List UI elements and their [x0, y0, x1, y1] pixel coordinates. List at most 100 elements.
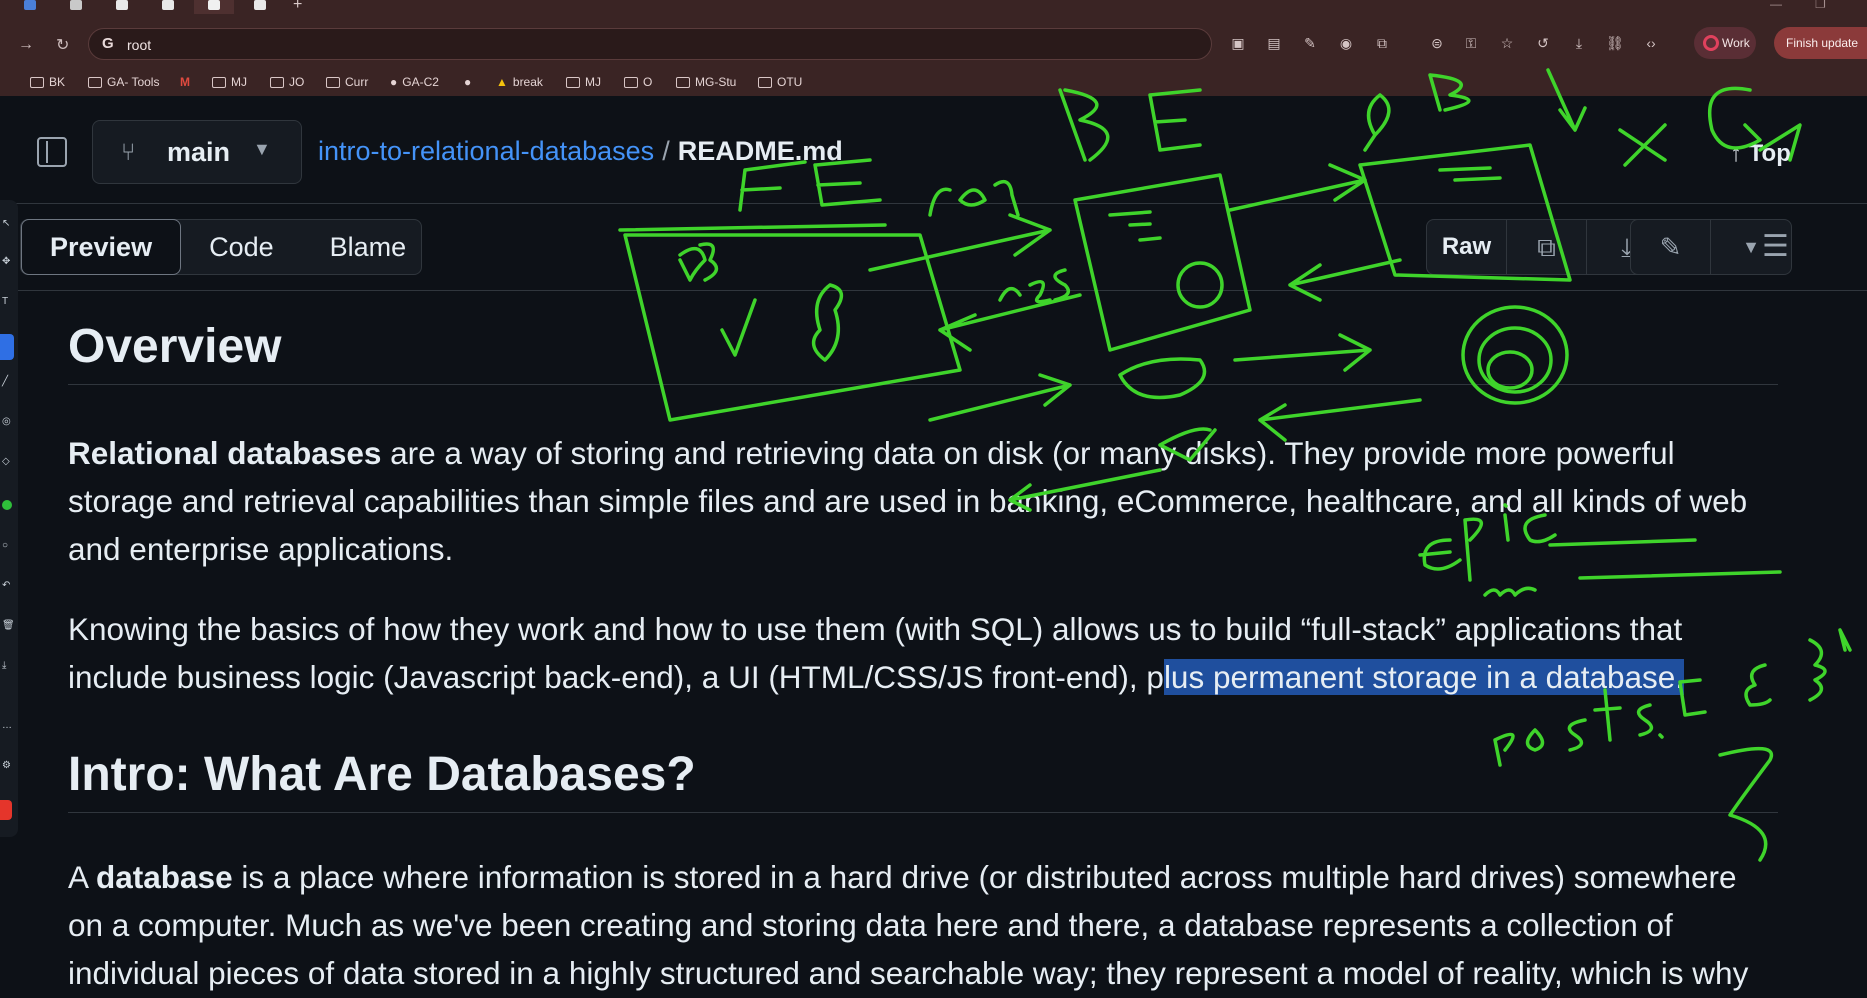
overview-paragraph-2: Knowing the basics of how they work and … — [68, 611, 1685, 695]
arrow-up-icon: ↑ — [1730, 140, 1749, 167]
shape-tool-icon[interactable]: ◎ — [2, 416, 14, 428]
folder-icon — [88, 76, 102, 88]
view-mode-tabs: Preview Code Blame — [20, 219, 422, 275]
undo-icon[interactable]: ↶ — [2, 580, 14, 592]
github-icon: ● — [390, 75, 398, 89]
bookmark-item[interactable]: ● — [464, 75, 471, 89]
forward-icon[interactable]: → — [18, 36, 34, 54]
bookmark-item[interactable]: MG-Stu — [676, 75, 736, 89]
bookmark-item[interactable]: MJ — [212, 75, 247, 89]
folder-icon — [30, 76, 44, 88]
address-bar[interactable]: G root — [88, 28, 1212, 60]
settings-icon[interactable]: ⚙ — [2, 760, 14, 772]
text-tool-icon[interactable]: T — [2, 296, 14, 308]
save-icon[interactable]: ⤓ — [2, 660, 14, 672]
tab[interactable] — [148, 0, 188, 14]
overview-heading: Overview — [68, 319, 1778, 385]
tab[interactable] — [10, 0, 50, 14]
sidebar-toggle-icon[interactable] — [37, 137, 67, 167]
drive-icon: ▲ — [496, 75, 508, 89]
bookmark-item[interactable]: O — [624, 75, 652, 89]
tab-code[interactable]: Code — [181, 220, 302, 274]
bookmark-item[interactable]: MJ — [566, 75, 601, 89]
trash-icon[interactable]: 🗑 — [2, 620, 15, 632]
close-icon[interactable] — [0, 800, 12, 820]
bold-term: Relational databases — [68, 435, 382, 471]
top-button[interactable]: ↑ Top — [1730, 140, 1791, 168]
bookmark-item[interactable]: JO — [270, 75, 304, 89]
more-icon[interactable]: … — [2, 720, 14, 732]
line-tool-icon[interactable]: ╱ — [2, 376, 14, 388]
eraser-icon[interactable]: ◇ — [2, 456, 14, 468]
intro-heading: Intro: What Are Databases? — [68, 747, 1778, 813]
bold-term: database — [96, 859, 233, 895]
intro-paragraph: A database is a place where information … — [68, 859, 1749, 991]
branch-selector[interactable]: ⑂ main ▼ — [92, 120, 302, 184]
tab-strip: + — ❐ — [0, 0, 1867, 14]
record-icon[interactable]: ◉ — [1337, 34, 1355, 52]
profile-label: Work — [1722, 36, 1750, 50]
tab[interactable] — [56, 0, 96, 14]
save-icon[interactable]: ▣ — [1229, 34, 1247, 52]
tab[interactable] — [102, 0, 142, 14]
folder-icon — [326, 76, 340, 88]
minimize-icon[interactable]: — — [1770, 0, 1782, 11]
readme-content: Overview Relational databases are a way … — [0, 291, 1867, 998]
new-tab-button[interactable]: + — [293, 0, 302, 14]
overview-paragraph-1: Relational databases are a way of storin… — [68, 435, 1748, 567]
reload-icon[interactable]: ↻ — [56, 35, 69, 55]
restore-icon[interactable]: ❐ — [1815, 0, 1826, 11]
extensions-icon[interactable]: ⧉ — [1373, 34, 1391, 52]
annotation-toolbar: ↖ ✥ T ╱ ◎ ◇ ○ ↶ 🗑 ⤓ … ⚙ — [0, 200, 18, 837]
color-swatch-icon[interactable] — [2, 500, 12, 510]
key-icon[interactable]: ⚿ — [1462, 34, 1480, 52]
star-icon[interactable]: ☆ — [1498, 34, 1516, 52]
folder-icon — [758, 76, 772, 88]
folder-icon — [566, 76, 580, 88]
branch-icon: ⑂ — [121, 139, 136, 166]
tab[interactable] — [194, 0, 234, 14]
circle-tool-icon[interactable]: ○ — [2, 540, 14, 552]
bookmark-item[interactable]: ▲ break — [496, 75, 543, 89]
browser-toolbar: → ↻ G root ▣ ▤ ✎ ◉ ⧉ ⊜ ⚿ ☆ ↺ ⤓ ⛓ ‹› Work… — [0, 14, 1867, 77]
bookmark-item[interactable]: ● GA-C2 — [390, 75, 439, 89]
github-icon: ● — [464, 75, 472, 89]
google-icon: G — [102, 35, 114, 52]
repo-link[interactable]: intro-to-relational-databases — [318, 136, 654, 166]
raw-button[interactable]: Raw — [1427, 220, 1507, 274]
folder-icon — [676, 76, 690, 88]
bookmark-item[interactable]: Curr — [326, 75, 368, 89]
address-text[interactable]: root — [127, 37, 151, 53]
bookmark-item[interactable]: M — [180, 75, 190, 89]
bookmark-item[interactable]: GA- Tools — [88, 75, 159, 89]
move-icon[interactable]: ✥ — [2, 256, 14, 268]
bookmarks-bar: BK GA- Tools M MJ JO Curr ● GA-C2 ● ▲ brea… — [0, 70, 1867, 96]
chevron-down-icon: ▼ — [253, 139, 271, 159]
outline-list-icon[interactable]: ☰ — [1762, 229, 1789, 264]
file-view-toolbar: Preview Code Blame Raw ⧉ ⤓ ✎ ▼ ☰ — [0, 205, 1867, 291]
bookmark-item[interactable]: BK — [30, 75, 65, 89]
incognito-icon[interactable]: ⊜ — [1428, 34, 1446, 52]
download-icon[interactable]: ⤓ — [1570, 34, 1588, 52]
bookmark-item[interactable]: OTU — [758, 75, 802, 89]
notes-icon[interactable]: ▤ — [1265, 34, 1283, 52]
devtools-icon[interactable]: ‹› — [1642, 34, 1660, 52]
profile-button[interactable]: Work — [1694, 27, 1756, 59]
finish-update-button[interactable]: Finish update — [1774, 27, 1867, 59]
tab[interactable] — [240, 0, 280, 14]
cursor-icon[interactable]: ↖ — [2, 218, 14, 230]
pen-tool-icon[interactable] — [0, 334, 14, 360]
tab-blame[interactable]: Blame — [302, 220, 435, 274]
pencil-icon[interactable]: ✎ — [1631, 220, 1711, 274]
folder-icon — [270, 76, 284, 88]
copy-icon[interactable]: ⧉ — [1507, 220, 1587, 274]
history-icon[interactable]: ↺ — [1534, 34, 1552, 52]
profile-icon — [1703, 35, 1719, 51]
highlighter-icon[interactable]: ✎ — [1301, 34, 1319, 52]
folder-icon — [624, 76, 638, 88]
link-icon[interactable]: ⛓ — [1606, 34, 1624, 52]
breadcrumb: intro-to-relational-databases / README.md — [318, 136, 843, 167]
branch-name: main — [167, 137, 231, 167]
tab-preview[interactable]: Preview — [21, 219, 182, 275]
text-selection: lus permanent storage in a database. — [1163, 659, 1685, 695]
